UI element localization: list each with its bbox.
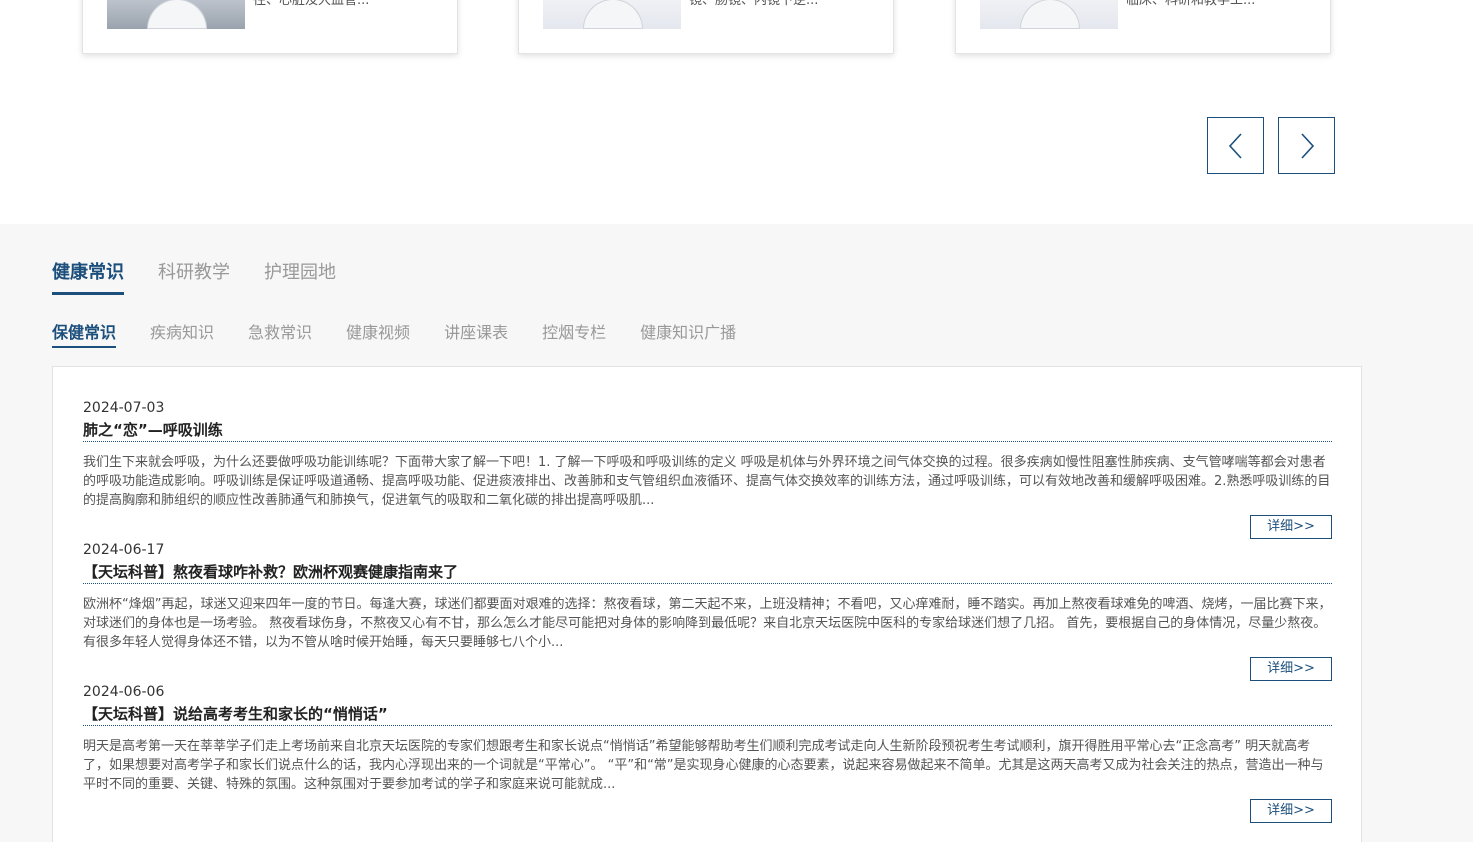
doctor-photo — [980, 0, 1118, 29]
doctor-card[interactable]: 镜、肠镜、内镜下逆... — [518, 0, 894, 54]
news-date: 2024-07-03 — [83, 400, 165, 416]
subtab-tobacco[interactable]: 控烟专栏 — [542, 322, 606, 348]
news-title[interactable]: 【天坛科普】熬夜看球咋补救？欧洲杯观赛健康指南来了 — [83, 562, 1332, 584]
subtab-healthcare[interactable]: 保健常识 — [52, 322, 117, 348]
doctor-excerpt: 临床、科研和教学工... — [1126, 0, 1256, 8]
news-date: 2024-06-17 — [83, 542, 165, 558]
doctor-excerpt: 往、心脏及大血管... — [253, 0, 370, 8]
news-summary: 明天是高考第一天在莘莘学子们走上考场前来自北京天坛医院的专家们想跟考生和家长说点… — [83, 739, 1324, 792]
news-list: 2024-07-03 肺之“恋”—呼吸训练 我们生下来就会呼吸，为什么还要做呼吸… — [52, 366, 1362, 842]
subtab-disease[interactable]: 疾病知识 — [150, 322, 214, 348]
main-tabs: 健康常识 科研教学 护理园地 — [52, 260, 336, 295]
list-item: 2024-06-06 【天坛科普】说给高考考生和家长的“悄悄话” 明天是高考第一… — [83, 683, 1332, 823]
subtab-broadcast[interactable]: 健康知识广播 — [640, 322, 736, 348]
tab-nursing[interactable]: 护理园地 — [264, 260, 336, 295]
carousel-prev-button[interactable] — [1207, 117, 1264, 174]
detail-button[interactable]: 详细>> — [1250, 799, 1332, 823]
news-date: 2024-06-06 — [83, 684, 165, 700]
news-title[interactable]: 【天坛科普】说给高考考生和家长的“悄悄话” — [83, 704, 1332, 726]
detail-button[interactable]: 详细>> — [1250, 657, 1332, 681]
doctor-photo — [543, 0, 681, 29]
doctor-photo — [107, 0, 245, 29]
list-item: 2024-06-17 【天坛科普】熬夜看球咋补救？欧洲杯观赛健康指南来了 欧洲杯… — [83, 541, 1332, 681]
subtab-first-aid[interactable]: 急救常识 — [248, 322, 312, 348]
chevron-right-icon — [1300, 132, 1314, 159]
carousel-next-button[interactable] — [1278, 117, 1335, 174]
subtab-lectures[interactable]: 讲座课表 — [444, 322, 508, 348]
news-summary: 我们生下来就会呼吸，为什么还要做呼吸功能训练呢？下面带大家了解一下吧！1. 了解… — [83, 455, 1331, 508]
doctor-excerpt: 镜、肠镜、内镜下逆... — [689, 0, 819, 8]
doctor-card[interactable]: 往、心脏及大血管... — [82, 0, 458, 54]
doctor-card[interactable]: 临床、科研和教学工... — [955, 0, 1331, 54]
tab-health-knowledge[interactable]: 健康常识 — [52, 260, 124, 295]
health-news-section: 健康常识 科研教学 护理园地 保健常识 疾病知识 急救常识 健康视频 讲座课表 … — [0, 224, 1473, 842]
news-title[interactable]: 肺之“恋”—呼吸训练 — [83, 420, 1332, 442]
doctor-carousel: 往、心脏及大血管... 镜、肠镜、内镜下逆... 临床、科研和教学工... — [0, 0, 1473, 224]
tab-research-teaching[interactable]: 科研教学 — [158, 260, 230, 295]
chevron-left-icon — [1228, 132, 1242, 159]
news-summary: 欧洲杯“烽烟”再起，球迷又迎来四年一度的节日。每逢大赛，球迷们都要面对艰难的选择… — [83, 597, 1332, 650]
list-item: 2024-07-03 肺之“恋”—呼吸训练 我们生下来就会呼吸，为什么还要做呼吸… — [83, 399, 1332, 539]
detail-button[interactable]: 详细>> — [1250, 515, 1332, 539]
subtab-video[interactable]: 健康视频 — [346, 322, 410, 348]
sub-tabs: 保健常识 疾病知识 急救常识 健康视频 讲座课表 控烟专栏 健康知识广播 — [52, 322, 736, 348]
